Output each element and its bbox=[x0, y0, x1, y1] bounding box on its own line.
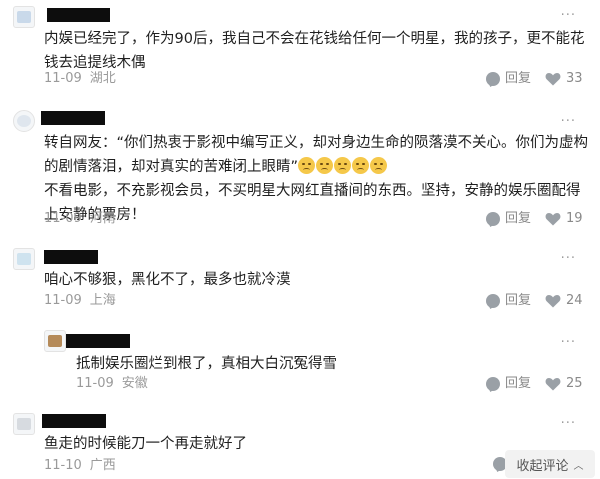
comment-date: 11-10 bbox=[44, 458, 82, 473]
reply-icon bbox=[486, 294, 500, 308]
reply-button[interactable]: 回复 bbox=[486, 292, 531, 310]
heart-icon bbox=[545, 213, 561, 226]
redacted-username bbox=[42, 414, 106, 428]
comment-location: 上海 bbox=[89, 293, 116, 308]
comment-text: 鱼走的时候能刀一个再走就好了 bbox=[44, 436, 247, 452]
heart-icon bbox=[545, 378, 561, 391]
comment-meta: 11-10 广西 bbox=[44, 457, 116, 475]
heart-icon bbox=[545, 295, 561, 308]
comment-location: 河南 bbox=[89, 211, 116, 226]
emoji-group bbox=[298, 157, 388, 175]
avatar[interactable] bbox=[13, 6, 35, 28]
more-options-icon[interactable]: ··· bbox=[561, 336, 576, 350]
comment-location: 安徽 bbox=[121, 376, 148, 391]
comment-location: 广西 bbox=[89, 458, 116, 473]
comment-date: 11-09 bbox=[44, 293, 82, 308]
like-count: 33 bbox=[566, 71, 583, 86]
reply-button[interactable]: 回复 bbox=[486, 70, 531, 88]
like-count: 25 bbox=[566, 376, 583, 391]
tear-emoji-icon bbox=[352, 157, 370, 174]
more-options-icon[interactable]: ··· bbox=[561, 9, 576, 23]
more-options-icon[interactable]: ··· bbox=[561, 115, 576, 129]
comment-location: 湖北 bbox=[89, 71, 116, 86]
like-button[interactable]: 25 bbox=[545, 375, 583, 393]
comment-text: 咱心不够狠，黑化不了，最多也就冷漠 bbox=[44, 272, 291, 288]
like-button[interactable]: 19 bbox=[545, 210, 583, 228]
more-options-icon[interactable]: ··· bbox=[561, 417, 576, 431]
like-button[interactable]: 33 bbox=[545, 70, 583, 88]
reply-icon bbox=[486, 212, 500, 226]
redacted-username bbox=[41, 111, 105, 125]
reply-button[interactable]: 回复 bbox=[486, 210, 531, 228]
comment-meta: 11-09 河南 bbox=[44, 210, 116, 228]
comment-text: 抵制娱乐圈烂到根了，真相大白沉冤得雪 bbox=[76, 356, 337, 372]
heart-icon bbox=[545, 73, 561, 86]
comment-date: 11-09 bbox=[44, 71, 82, 86]
like-button[interactable]: 24 bbox=[545, 292, 583, 310]
comment-date: 11-09 bbox=[44, 211, 82, 226]
avatar[interactable] bbox=[13, 110, 35, 132]
like-count: 24 bbox=[566, 293, 583, 308]
avatar[interactable] bbox=[13, 413, 35, 435]
tear-emoji-icon bbox=[370, 157, 388, 174]
redacted-username bbox=[44, 250, 98, 264]
reply-button[interactable]: 回复 bbox=[486, 375, 531, 393]
comment-meta: 11-09 湖北 bbox=[44, 70, 116, 88]
tear-emoji-icon bbox=[316, 157, 334, 174]
redacted-username bbox=[47, 8, 110, 22]
reply-icon bbox=[486, 72, 500, 86]
like-count: 19 bbox=[566, 211, 583, 226]
redacted-username bbox=[66, 334, 130, 348]
comment-meta: 11-09 安徽 bbox=[76, 375, 148, 393]
tear-emoji-icon bbox=[298, 157, 316, 174]
more-options-icon[interactable]: ··· bbox=[561, 252, 576, 266]
avatar[interactable] bbox=[13, 248, 35, 270]
comment-text: 内娱已经完了，作为90后，我自己不会在花钱给任何一个明星，我的孩子，更不能花 钱… bbox=[44, 31, 585, 71]
comment-date: 11-09 bbox=[76, 376, 114, 391]
avatar[interactable] bbox=[44, 330, 66, 352]
tear-emoji-icon bbox=[334, 157, 352, 174]
reply-icon bbox=[486, 377, 500, 391]
collapse-comments-button[interactable]: 收起评论 ︿ bbox=[505, 450, 595, 478]
chevron-up-icon: ︿ bbox=[573, 460, 584, 472]
comment-meta: 11-09 上海 bbox=[44, 292, 116, 310]
